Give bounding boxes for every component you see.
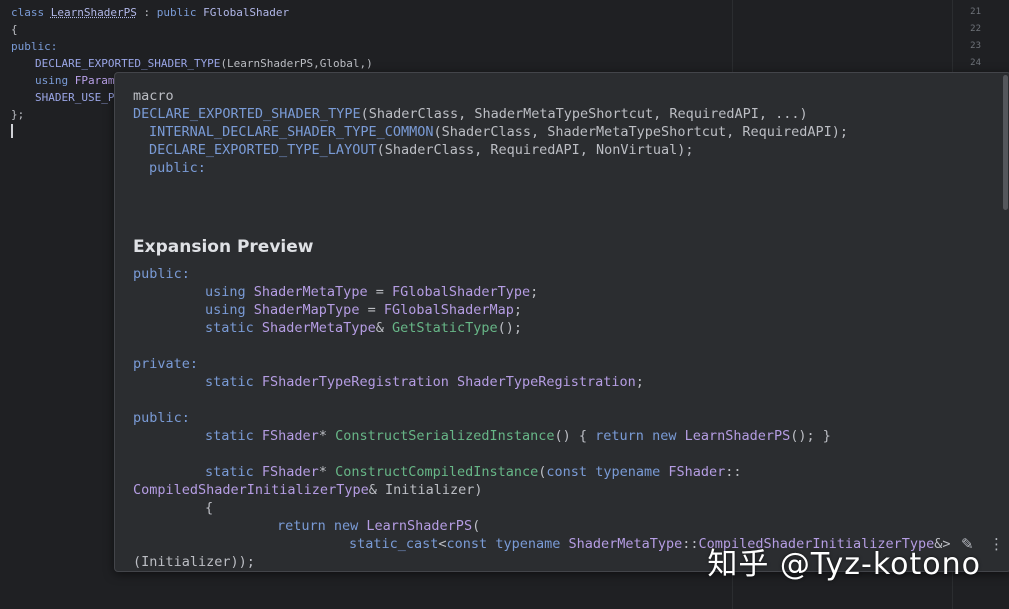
- expansion-line: CompiledShaderInitializerType& Initializ…: [133, 482, 483, 498]
- macro-body-line: public:: [149, 160, 206, 176]
- macro-body-line: INTERNAL_DECLARE_SHADER_TYPE_COMMON(Shad…: [149, 124, 848, 140]
- expansion-line: return new LearnShaderPS(: [277, 518, 481, 534]
- expansion-line: static FShader* ConstructSerializedInsta…: [205, 428, 831, 444]
- code-line: {: [11, 23, 18, 36]
- code-line: };: [11, 108, 25, 121]
- line-number: 23: [970, 41, 981, 51]
- code-line: DECLARE_EXPORTED_SHADER_TYPE(LearnShader…: [35, 57, 373, 70]
- expansion-line: static FShader* ConstructCompiledInstanc…: [205, 464, 742, 480]
- code-line: public:: [11, 40, 58, 53]
- popup-kind: macro: [133, 88, 174, 104]
- macro-documentation-popup[interactable]: macro DECLARE_EXPORTED_SHADER_TYPE(Shade…: [114, 72, 1009, 572]
- expansion-line: public:: [133, 266, 190, 282]
- expansion-line: public:: [133, 410, 190, 426]
- expansion-line: {: [205, 500, 214, 516]
- more-vertical-icon[interactable]: ⋮: [989, 535, 1004, 553]
- expansion-preview-heading: Expansion Preview: [133, 237, 314, 257]
- text-caret: [11, 124, 13, 138]
- expansion-line: (Initializer));: [133, 554, 255, 570]
- watermark: 知乎 @Tyz-kotono: [707, 547, 981, 582]
- expansion-line: static FShaderTypeRegistration ShaderTyp…: [205, 374, 644, 390]
- expansion-line: using ShaderMapType = FGlobalShaderMap;: [205, 302, 523, 318]
- code-line: SHADER_USE_PA: [35, 91, 122, 104]
- line-number: 24: [970, 58, 981, 68]
- macro-signature: DECLARE_EXPORTED_SHADER_TYPE(ShaderClass…: [133, 106, 808, 122]
- expansion-line: using ShaderMetaType = FGlobalShaderType…: [205, 284, 539, 300]
- macro-body-line: DECLARE_EXPORTED_TYPE_LAYOUT(ShaderClass…: [149, 142, 694, 158]
- code-line: class LearnShaderPS : public FGlobalShad…: [11, 6, 290, 19]
- line-number: 21: [970, 7, 981, 17]
- expansion-line: static ShaderMetaType& GetStaticType();: [205, 320, 523, 336]
- code-line: using FParame: [35, 74, 122, 87]
- expansion-line: private:: [133, 356, 199, 372]
- popup-scrollbar[interactable]: [1003, 75, 1008, 210]
- line-number: 22: [970, 24, 981, 34]
